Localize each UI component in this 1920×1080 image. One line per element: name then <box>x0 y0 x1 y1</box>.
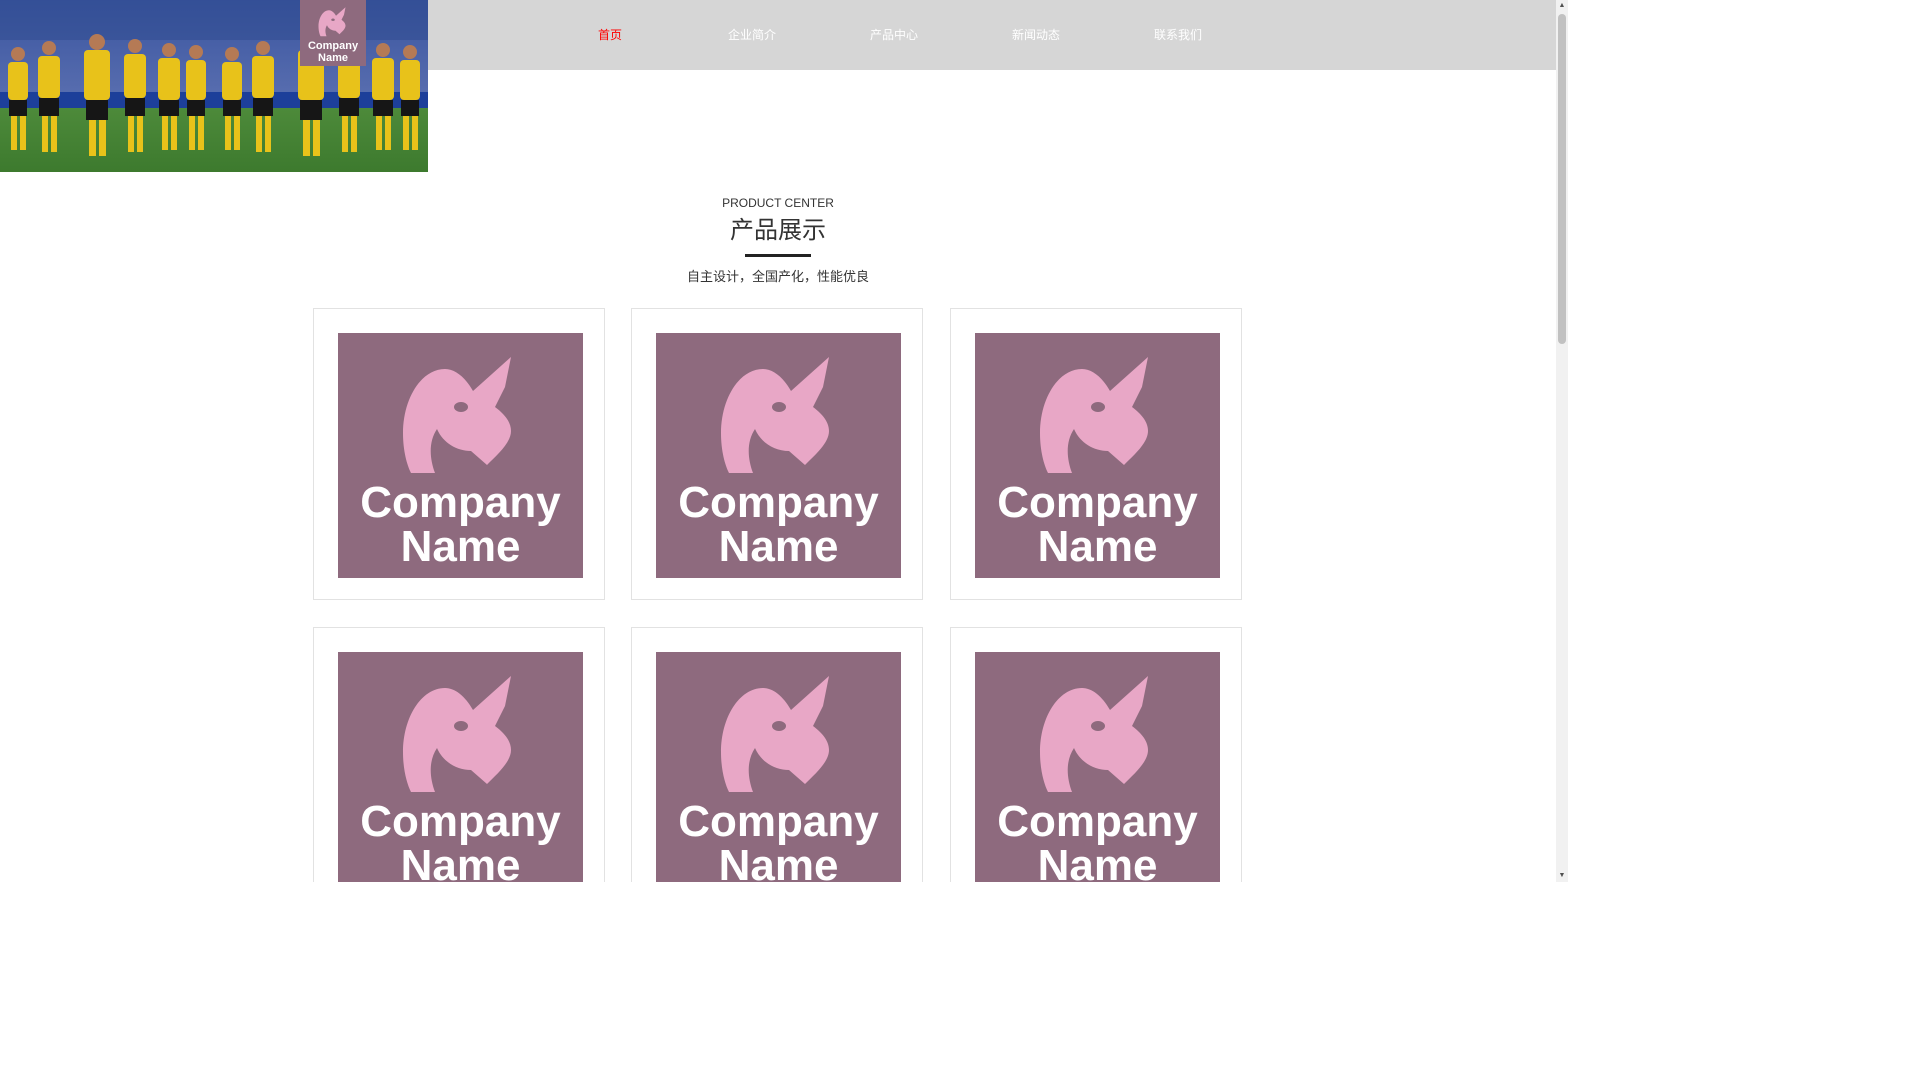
product-image: Company Name <box>656 652 901 882</box>
unicorn-icon <box>318 7 346 37</box>
nav-item-news[interactable]: 新闻动态 <box>1012 0 1060 70</box>
page: 首页 企业简介 产品中心 新闻动态 联系我们 Company Name PROD… <box>0 0 1568 882</box>
main-nav: 首页 企业简介 产品中心 新闻动态 联系我们 <box>428 0 1556 70</box>
section-subtitle-en: PRODUCT CENTER <box>722 196 834 210</box>
site-logo[interactable]: Company Name <box>300 0 366 66</box>
unicorn-icon <box>403 676 511 792</box>
nav-item-contact[interactable]: 联系我们 <box>1154 0 1202 70</box>
product-name: Company Name <box>678 797 879 883</box>
product-image: Company Name <box>975 652 1220 882</box>
product-card[interactable]: Company Name <box>631 627 923 882</box>
product-card[interactable]: Company Name <box>313 308 605 600</box>
section-description: 自主设计，全国产化，性能优良 <box>686 269 869 284</box>
product-image: Company Name <box>338 333 583 578</box>
unicorn-icon <box>1040 357 1148 473</box>
product-card[interactable]: Company Name <box>950 308 1242 600</box>
unicorn-icon <box>1040 676 1148 792</box>
unicorn-icon <box>403 357 511 473</box>
scrollbar-thumb[interactable] <box>1558 14 1566 344</box>
scroll-up-arrow-icon[interactable]: ▲ <box>1556 0 1568 12</box>
nav-item-about[interactable]: 企业简介 <box>728 0 776 70</box>
vertical-scrollbar[interactable]: ▲ ▼ <box>1556 0 1568 882</box>
section-title: 产品展示 <box>730 217 826 244</box>
product-card[interactable]: Company Name <box>950 627 1242 882</box>
product-name: Company Name <box>360 797 561 883</box>
nav-item-home[interactable]: 首页 <box>598 0 622 70</box>
product-image: Company Name <box>975 333 1220 578</box>
scroll-down-arrow-icon[interactable]: ▼ <box>1556 870 1568 882</box>
logo-company-name: Company Name <box>307 40 359 64</box>
product-name: Company Name <box>997 797 1198 883</box>
product-name: Company Name <box>360 478 561 571</box>
product-card[interactable]: Company Name <box>631 308 923 600</box>
product-card[interactable]: Company Name <box>313 627 605 882</box>
nav-item-products[interactable]: 产品中心 <box>870 0 918 70</box>
unicorn-icon <box>721 676 829 792</box>
product-name: Company Name <box>997 478 1198 571</box>
unicorn-icon <box>721 357 829 473</box>
product-image: Company Name <box>338 652 583 882</box>
section-divider <box>745 254 811 257</box>
product-name: Company Name <box>678 478 879 571</box>
product-image: Company Name <box>656 333 901 578</box>
